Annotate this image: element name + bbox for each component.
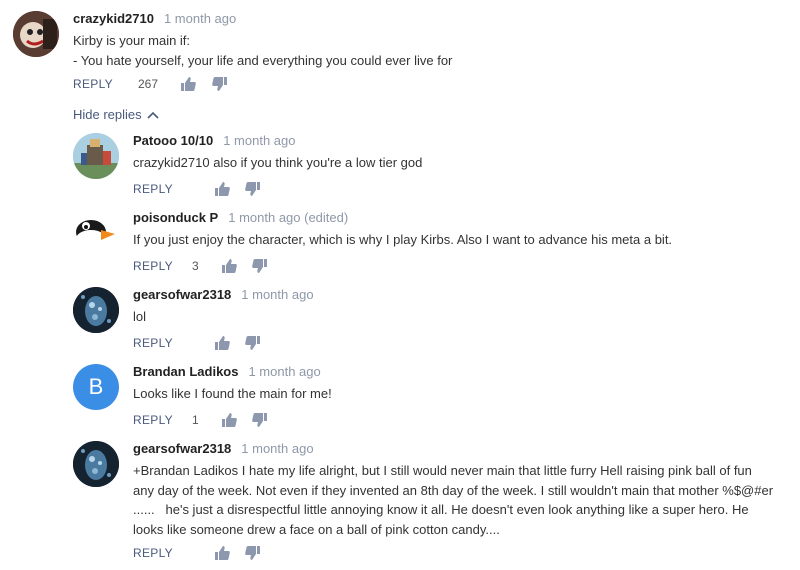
comment-line: lol [133, 309, 147, 324]
hide-replies-label: Hide replies [73, 107, 142, 122]
comment-timestamp[interactable]: 1 month ago [248, 364, 320, 379]
dislike-icon[interactable] [212, 76, 228, 92]
comment-text: lol [133, 307, 793, 327]
dislike-icon[interactable] [245, 545, 261, 561]
comment-actions: REPLY [133, 543, 793, 563]
reply-button[interactable]: REPLY [133, 413, 173, 427]
like-count: 3 [191, 258, 199, 273]
comment-text: Kirby is your main if: - You hate yourse… [73, 31, 773, 70]
like-icon[interactable] [214, 181, 230, 197]
dislike-icon[interactable] [245, 181, 261, 197]
reply-button[interactable]: REPLY [73, 77, 113, 91]
comment-line: - You hate yourself, your life and every… [73, 52, 453, 68]
comment-line: looks like someone drew a face on a ball… [133, 521, 500, 537]
comment-line: If you just enjoy the character, which i… [133, 232, 673, 247]
comment-text: If you just enjoy the character, which i… [133, 230, 793, 250]
avatar-letter: B [88, 374, 104, 399]
comment-timestamp[interactable]: 1 month ago [223, 133, 295, 148]
comment-author[interactable]: Brandan Ladikos [133, 364, 238, 379]
avatar[interactable] [13, 11, 59, 57]
avatar[interactable]: B [73, 364, 119, 410]
hide-replies-toggle[interactable]: Hide replies [73, 107, 159, 122]
comment-actions: REPLY [133, 333, 793, 353]
like-count: 1 [191, 412, 199, 427]
like-icon[interactable] [214, 335, 230, 351]
comment-actions: REPLY 1 [133, 410, 793, 430]
user-photo-icon [13, 11, 59, 57]
comment-text: Looks like I found the main for me! [133, 384, 793, 404]
avatar[interactable] [73, 210, 119, 256]
comment-author[interactable]: gearsofwar2318 [133, 287, 231, 302]
avatar[interactable] [73, 287, 119, 333]
duck-avatar-icon [73, 210, 119, 256]
comment-line: ...... he's just a disrespectful little … [133, 502, 749, 517]
dislike-icon[interactable] [251, 412, 268, 428]
comment-text: +Brandan Ladikos I hate my life alright,… [133, 461, 793, 539]
avatar[interactable] [73, 441, 119, 487]
reply-button[interactable]: REPLY [133, 546, 173, 560]
comment-timestamp[interactable]: 1 month ago (edited) [228, 210, 348, 225]
comment-actions: REPLY 3 [133, 256, 793, 276]
comment-line: any day of the week. Not even if they in… [133, 482, 774, 498]
comment-timestamp[interactable]: 1 month ago [241, 287, 313, 302]
comment-line: crazykid2710 also if you think you're a … [133, 155, 423, 170]
dislike-icon[interactable] [245, 335, 261, 351]
reply-button[interactable]: REPLY [133, 336, 173, 350]
comment-author[interactable]: Patooo 10/10 [133, 133, 213, 148]
chevron-up-icon [147, 111, 159, 119]
like-icon[interactable] [214, 545, 230, 561]
comment-line: +Brandan Ladikos I hate my life alright,… [133, 463, 752, 478]
comment-author[interactable]: crazykid2710 [73, 11, 154, 26]
comment-author[interactable]: gearsofwar2318 [133, 441, 231, 456]
comment-timestamp[interactable]: 1 month ago [241, 441, 313, 456]
reply-button[interactable]: REPLY [133, 182, 173, 196]
user-photo-icon [73, 133, 119, 179]
like-icon[interactable] [180, 76, 196, 92]
reply-button[interactable]: REPLY [133, 259, 173, 273]
dislike-icon[interactable] [251, 258, 268, 274]
user-photo-icon [73, 287, 119, 333]
comment-author[interactable]: poisonduck P [133, 210, 218, 225]
like-icon[interactable] [221, 258, 237, 274]
comment-actions: REPLY [133, 179, 793, 199]
comment-timestamp[interactable]: 1 month ago [164, 11, 236, 26]
comment-actions: REPLY 267 [73, 74, 773, 94]
comment-text: crazykid2710 also if you think you're a … [133, 153, 793, 173]
like-count: 267 [137, 77, 158, 91]
avatar[interactable] [73, 133, 119, 179]
user-photo-icon [73, 441, 119, 487]
comment-line: Looks like I found the main for me! [133, 386, 332, 401]
like-icon[interactable] [221, 412, 237, 428]
comment-line: Kirby is your main if: [73, 33, 191, 48]
